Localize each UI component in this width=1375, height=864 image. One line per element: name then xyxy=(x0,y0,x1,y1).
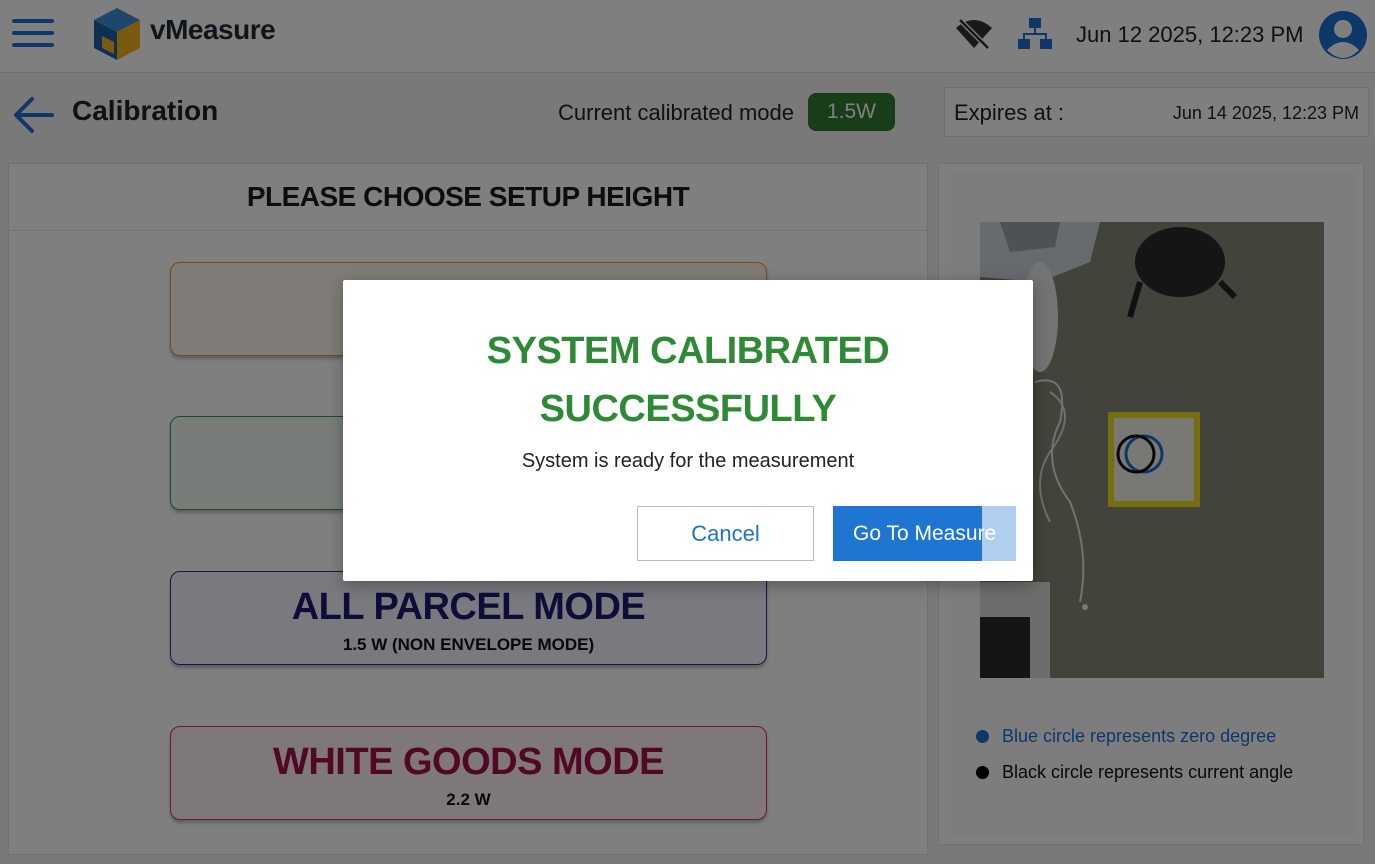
dialog-title-line-2: SUCCESSFULLY xyxy=(539,388,837,430)
dialog-message: System is ready for the measurement xyxy=(521,450,855,472)
cancel-button[interactable]: Cancel xyxy=(637,506,814,561)
go-to-measure-label: Go To Measure xyxy=(853,521,997,545)
dialog-title: SYSTEM CALIBRATED SUCCESSFULLY xyxy=(343,322,1033,438)
calibration-success-dialog: SYSTEM CALIBRATED SUCCESSFULLY System is… xyxy=(343,280,1033,581)
dialog-title-line-1: SYSTEM CALIBRATED xyxy=(486,330,890,372)
button-ripple-highlight xyxy=(982,506,1016,561)
go-to-measure-button[interactable]: Go To Measure xyxy=(833,506,1016,561)
